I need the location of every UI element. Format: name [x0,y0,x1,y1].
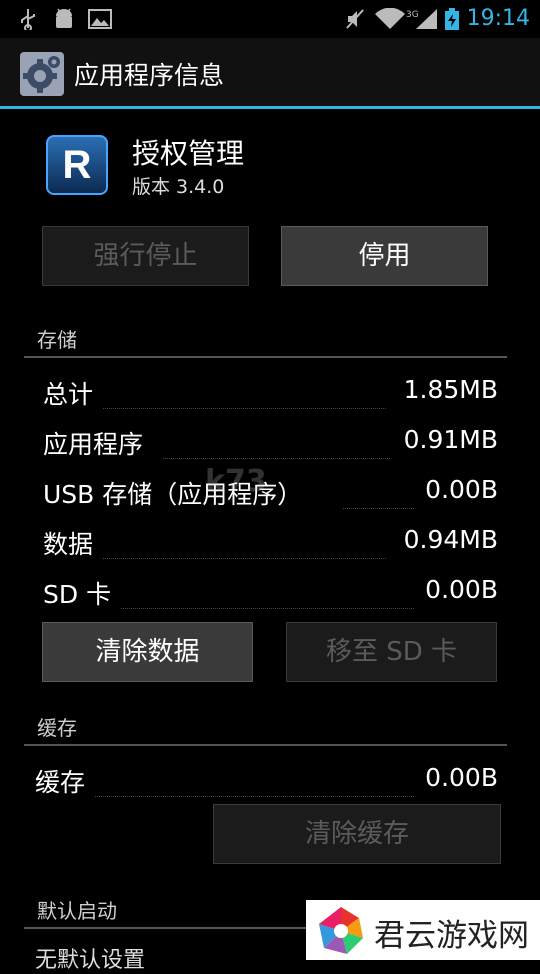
row-label: SD 卡 [43,580,112,609]
storage-row-usb: USB 存储（应用程序） 0.00B [43,475,498,515]
leader-dots [95,796,414,797]
row-value: 0.91MB [403,425,498,454]
storage-section-title: 存储 [37,328,77,352]
row-label: 缓存 [35,768,86,797]
watermark-center: k73 [205,464,267,499]
row-label: 数据 [43,530,94,559]
app-icon-letter: R [62,143,92,187]
status-bar: 3G 19:14 [0,0,540,38]
row-label: 应用程序 [43,430,144,459]
move-to-sd-button[interactable]: 移至 SD 卡 [286,622,497,682]
row-value: 0.00B [425,763,498,792]
leader-dots [163,458,390,459]
page-title: 应用程序信息 [74,61,225,90]
battery-charging-icon [445,8,459,30]
row-value: 1.85MB [403,375,498,404]
signal-3g-icon: 3G [406,9,437,29]
app-version: 版本 3.4.0 [132,176,225,198]
leader-dots [121,608,414,609]
cache-divider [24,744,507,746]
android-debug-icon [56,8,72,28]
row-label: 总计 [43,380,94,409]
watermark-text: 君云游戏网 [374,918,529,954]
svg-text:3G: 3G [406,10,419,20]
clear-data-button[interactable]: 清除数据 [42,622,253,682]
action-bar-divider [0,106,540,109]
leader-dots [343,508,414,509]
cache-section-title: 缓存 [37,716,77,740]
wifi-icon [375,8,405,29]
clock: 19:14 [466,6,530,31]
action-bar: 应用程序信息 [0,38,540,106]
no-defaults-text: 无默认设置 [35,948,146,973]
row-value: 0.00B [425,575,498,604]
storage-divider [24,356,507,358]
storage-row-sd: SD 卡 0.00B [43,575,498,615]
row-value: 0.00B [425,475,498,504]
leader-dots [103,408,386,409]
settings-gear-icon[interactable] [20,52,64,96]
clear-cache-button[interactable]: 清除缓存 [213,804,501,864]
mute-icon [346,9,364,29]
storage-row-app: 应用程序 0.91MB [43,425,498,465]
image-icon [88,9,112,29]
app-icon: R [46,135,108,195]
storage-row-data: 数据 0.94MB [43,525,498,565]
row-value: 0.94MB [403,525,498,554]
leader-dots [103,558,386,559]
storage-row-total: 总计 1.85MB [43,375,498,415]
app-name: 授权管理 [132,137,245,170]
usb-icon [21,9,35,30]
cache-row: 缓存 0.00B [35,763,498,803]
watermark-badge: 君云游戏网 [306,900,540,960]
launch-section-title: 默认启动 [37,899,117,923]
force-stop-button[interactable]: 强行停止 [42,226,249,286]
disable-button[interactable]: 停用 [281,226,488,286]
watermark-logo-icon [319,907,363,954]
